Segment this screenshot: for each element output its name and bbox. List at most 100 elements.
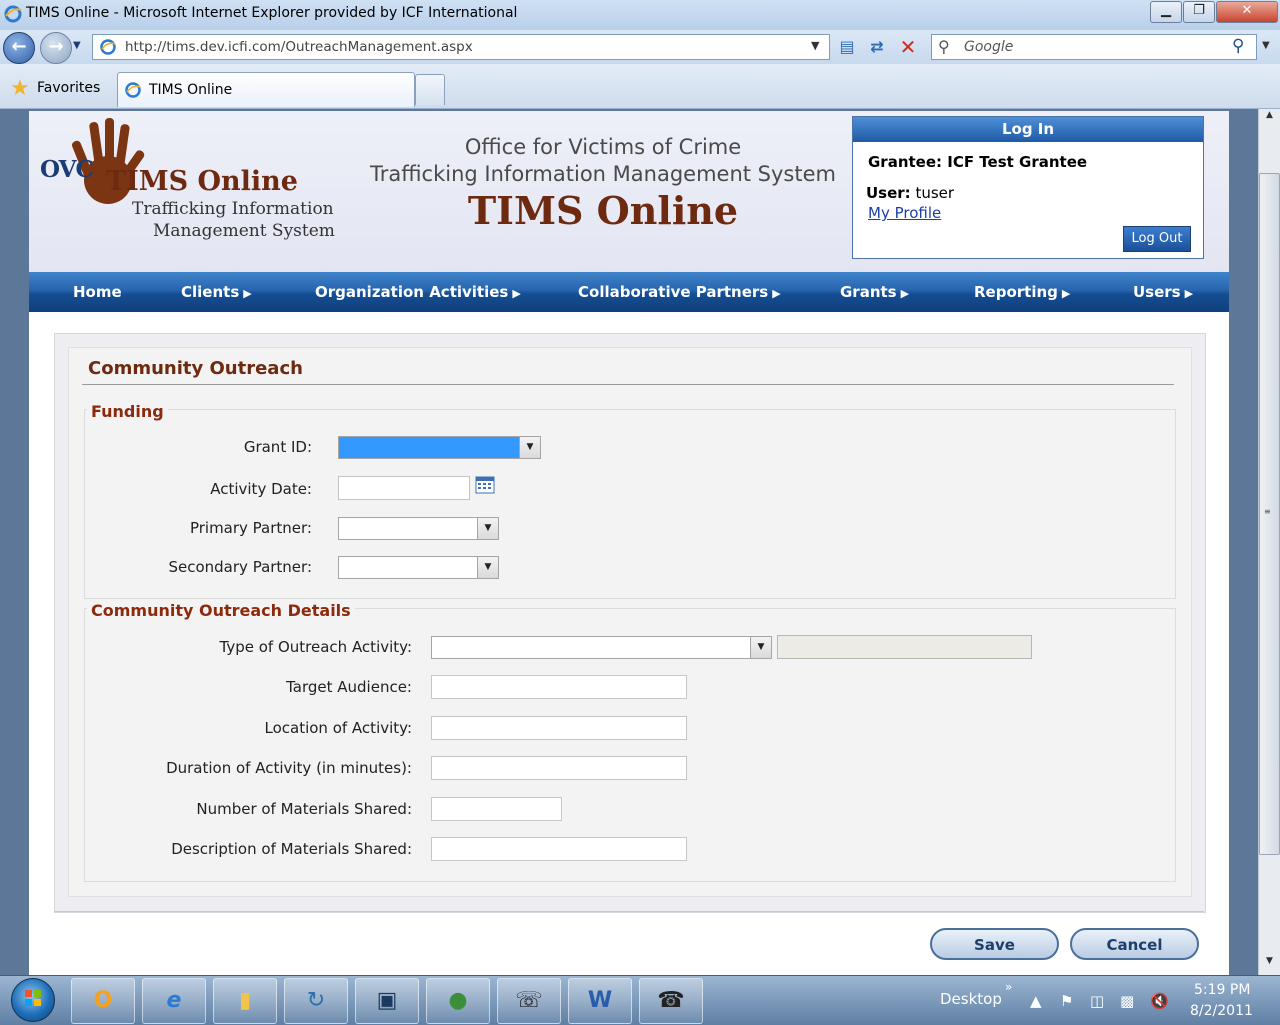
chevron-down-icon[interactable]: ▼ xyxy=(750,637,771,658)
user-name: tuser xyxy=(915,184,955,202)
menu-item-label: Users xyxy=(1133,283,1181,301)
show-hidden-icons-icon[interactable]: ▲ xyxy=(1030,992,1042,1010)
location-field[interactable] xyxy=(431,716,687,740)
materials-description-field[interactable] xyxy=(431,837,687,861)
word-icon[interactable]: W xyxy=(568,978,632,1024)
back-arrow-icon[interactable]: ← xyxy=(3,32,35,64)
address-bar[interactable]: http://tims.dev.icfi.com/OutreachManagem… xyxy=(92,34,830,60)
menu-item-label: Organization Activities xyxy=(315,283,509,301)
materials-count-field[interactable] xyxy=(431,797,562,821)
outlook-icon[interactable]: O xyxy=(71,978,135,1024)
remote-desktop-icon[interactable]: ↻ xyxy=(284,978,348,1024)
clock-time[interactable]: 5:19 PM xyxy=(1194,982,1250,998)
menu-item-users[interactable]: Users ▶ xyxy=(1133,283,1193,301)
submenu-arrow-icon: ▶ xyxy=(772,287,781,300)
address-dropdown-icon[interactable]: ▼ xyxy=(811,39,819,52)
volume-muted-icon[interactable]: 🔇 xyxy=(1150,992,1169,1010)
grantee-name: Grantee: ICF Test Grantee xyxy=(868,153,1088,171)
device-icon[interactable]: ◫ xyxy=(1090,992,1104,1010)
chevron-down-icon[interactable]: ▼ xyxy=(519,437,540,458)
search-icon[interactable]: ⚲ xyxy=(1232,36,1244,56)
internet-explorer-icon xyxy=(4,5,22,23)
submenu-arrow-icon: ▶ xyxy=(243,287,252,300)
internet-explorer-icon[interactable]: e xyxy=(142,978,206,1024)
search-options-dropdown-icon[interactable]: ▼ xyxy=(1262,40,1270,51)
search-provider-icon: ⚲ xyxy=(938,37,950,56)
funding-legend: Funding xyxy=(87,402,168,421)
grant-id-value xyxy=(341,439,518,456)
materials-description-label: Description of Materials Shared: xyxy=(171,840,412,858)
new-tab-button[interactable] xyxy=(415,74,445,105)
save-button[interactable]: Save xyxy=(930,928,1059,960)
action-center-flag-icon[interactable]: ⚑ xyxy=(1060,992,1073,1010)
stop-icon[interactable]: ✕ xyxy=(897,36,919,58)
submenu-arrow-icon: ▶ xyxy=(512,287,521,300)
users-lock-icon[interactable]: ● xyxy=(426,978,490,1024)
submenu-arrow-icon: ▶ xyxy=(900,287,910,300)
refresh-icon[interactable]: ⇄ xyxy=(866,36,888,58)
network-manager-icon[interactable]: ▣ xyxy=(355,978,419,1024)
forward-arrow-icon[interactable]: → xyxy=(40,32,72,64)
scroll-down-icon[interactable]: ▼ xyxy=(1259,956,1280,974)
tab-ie-icon xyxy=(125,82,141,98)
current-user: User: tuser xyxy=(866,184,954,202)
search-box[interactable]: ⚲ Google ⚲ xyxy=(931,34,1257,60)
primary-partner-select[interactable]: ▼ xyxy=(338,517,499,540)
menu-item-label: Reporting xyxy=(974,283,1058,301)
logo-subtitle-line2: Management System xyxy=(153,221,335,241)
ovc-logo-text: OVC xyxy=(40,156,94,183)
menu-item-clients[interactable]: Clients ▶ xyxy=(181,283,252,301)
recent-pages-dropdown-icon[interactable]: ▼ xyxy=(73,40,81,51)
toolbar-chevron-icon[interactable]: » xyxy=(1005,980,1012,994)
tab-tims-online[interactable]: TIMS Online xyxy=(117,72,415,107)
menu-item-organization-activities[interactable]: Organization Activities ▶ xyxy=(315,283,521,301)
grant-id-select[interactable]: ▼ xyxy=(338,436,541,459)
menu-item-label: Home xyxy=(73,283,122,301)
menu-item-label: Clients xyxy=(181,283,240,301)
cancel-button[interactable]: Cancel xyxy=(1070,928,1199,960)
user-label: User: xyxy=(866,184,911,202)
tab-label: TIMS Online xyxy=(149,82,233,98)
duration-label: Duration of Activity (in minutes): xyxy=(166,759,412,777)
favorites-star-icon[interactable]: ★ xyxy=(10,76,30,101)
search-placeholder[interactable]: Google xyxy=(964,39,1013,55)
chevron-down-icon[interactable]: ▼ xyxy=(477,557,498,578)
title-divider xyxy=(82,384,1174,385)
secondary-partner-label: Secondary Partner: xyxy=(168,558,312,576)
address-url[interactable]: http://tims.dev.icfi.com/OutreachManagem… xyxy=(125,39,473,55)
maximize-button[interactable]: ❐ xyxy=(1183,1,1215,23)
scroll-up-icon[interactable]: ▲ xyxy=(1259,110,1280,128)
favorites-button[interactable]: Favorites xyxy=(37,80,100,96)
menu-item-collaborative-partners[interactable]: Collaborative Partners ▶ xyxy=(578,283,781,301)
close-window-button[interactable]: ✕ xyxy=(1216,1,1278,23)
minimize-button[interactable]: ▁ xyxy=(1150,1,1182,23)
compatibility-view-icon[interactable]: ▤ xyxy=(836,36,858,58)
network-signal-icon[interactable]: ▩ xyxy=(1120,992,1134,1010)
menu-item-home[interactable]: Home xyxy=(73,283,122,301)
start-button[interactable] xyxy=(11,978,55,1022)
chevron-down-icon[interactable]: ▼ xyxy=(477,518,498,539)
target-audience-field[interactable] xyxy=(431,675,687,699)
menu-item-grants[interactable]: Grants ▶ xyxy=(840,283,909,301)
logo-tims-online: TIMS Online xyxy=(106,166,298,197)
windows-logo-icon xyxy=(25,990,41,1006)
page-ie-icon xyxy=(100,39,116,55)
menu-item-reporting[interactable]: Reporting ▶ xyxy=(974,283,1070,301)
duration-field[interactable] xyxy=(431,756,687,780)
outreach-type-select[interactable]: ▼ xyxy=(431,636,772,659)
desktop-toolbar-label[interactable]: Desktop xyxy=(940,990,1002,1008)
header-system-name: Trafficking Information Management Syste… xyxy=(370,162,836,186)
phone-icon[interactable]: ☏ xyxy=(497,978,561,1024)
clock-date[interactable]: 8/2/2011 xyxy=(1190,1003,1253,1019)
folder-icon[interactable]: ▮ xyxy=(213,978,277,1024)
activity-date-label: Activity Date: xyxy=(210,480,312,498)
my-profile-link[interactable]: My Profile xyxy=(868,204,941,222)
secondary-partner-select[interactable]: ▼ xyxy=(338,556,499,579)
menu-item-label: Grants xyxy=(840,283,897,301)
calendar-icon[interactable] xyxy=(475,476,495,494)
submenu-arrow-icon: ▶ xyxy=(1184,287,1194,300)
log-out-button[interactable]: Log Out xyxy=(1123,226,1191,252)
login-panel-heading: Log In xyxy=(853,117,1203,142)
fax-icon[interactable]: ☎ xyxy=(639,978,703,1024)
activity-date-field[interactable] xyxy=(338,476,470,500)
